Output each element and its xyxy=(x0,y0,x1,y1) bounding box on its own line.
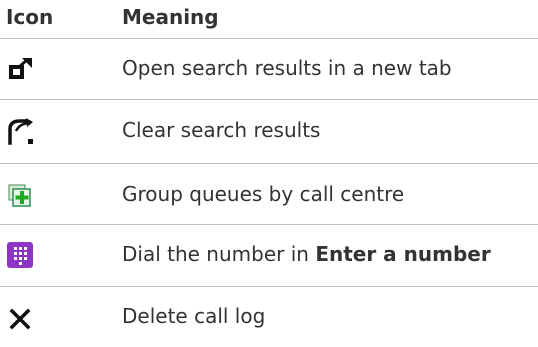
enter-a-number-field-name: Enter a number xyxy=(315,242,491,266)
row-meaning: Group queues by call centre xyxy=(122,182,405,206)
table-header: Icon Meaning xyxy=(0,0,538,39)
close-icon xyxy=(6,304,36,334)
table-row: Delete call log xyxy=(0,287,538,347)
table-row: Clear search results xyxy=(0,100,538,164)
group-queues-icon xyxy=(6,181,36,211)
open-in-new-tab-icon xyxy=(6,55,36,85)
row-meaning: Delete call log xyxy=(122,304,266,328)
clear-search-icon xyxy=(6,117,36,147)
header-icon-column: Icon xyxy=(6,5,54,29)
row-meaning: Open search results in a new tab xyxy=(122,56,452,80)
row-meaning-prefix: Dial the number in xyxy=(122,242,316,266)
table-row: Open search results in a new tab xyxy=(0,38,538,100)
row-meaning: Dial the number in Enter a number xyxy=(122,241,491,267)
row-meaning: Clear search results xyxy=(122,118,321,142)
icon-legend-table: Icon Meaning Open search results in a ne… xyxy=(0,0,538,347)
header-meaning-column: Meaning xyxy=(122,5,219,29)
table-row: Group queues by call centre xyxy=(0,164,538,225)
dialpad-icon xyxy=(6,240,36,270)
table-row: Dial the number in Enter a number xyxy=(0,225,538,287)
